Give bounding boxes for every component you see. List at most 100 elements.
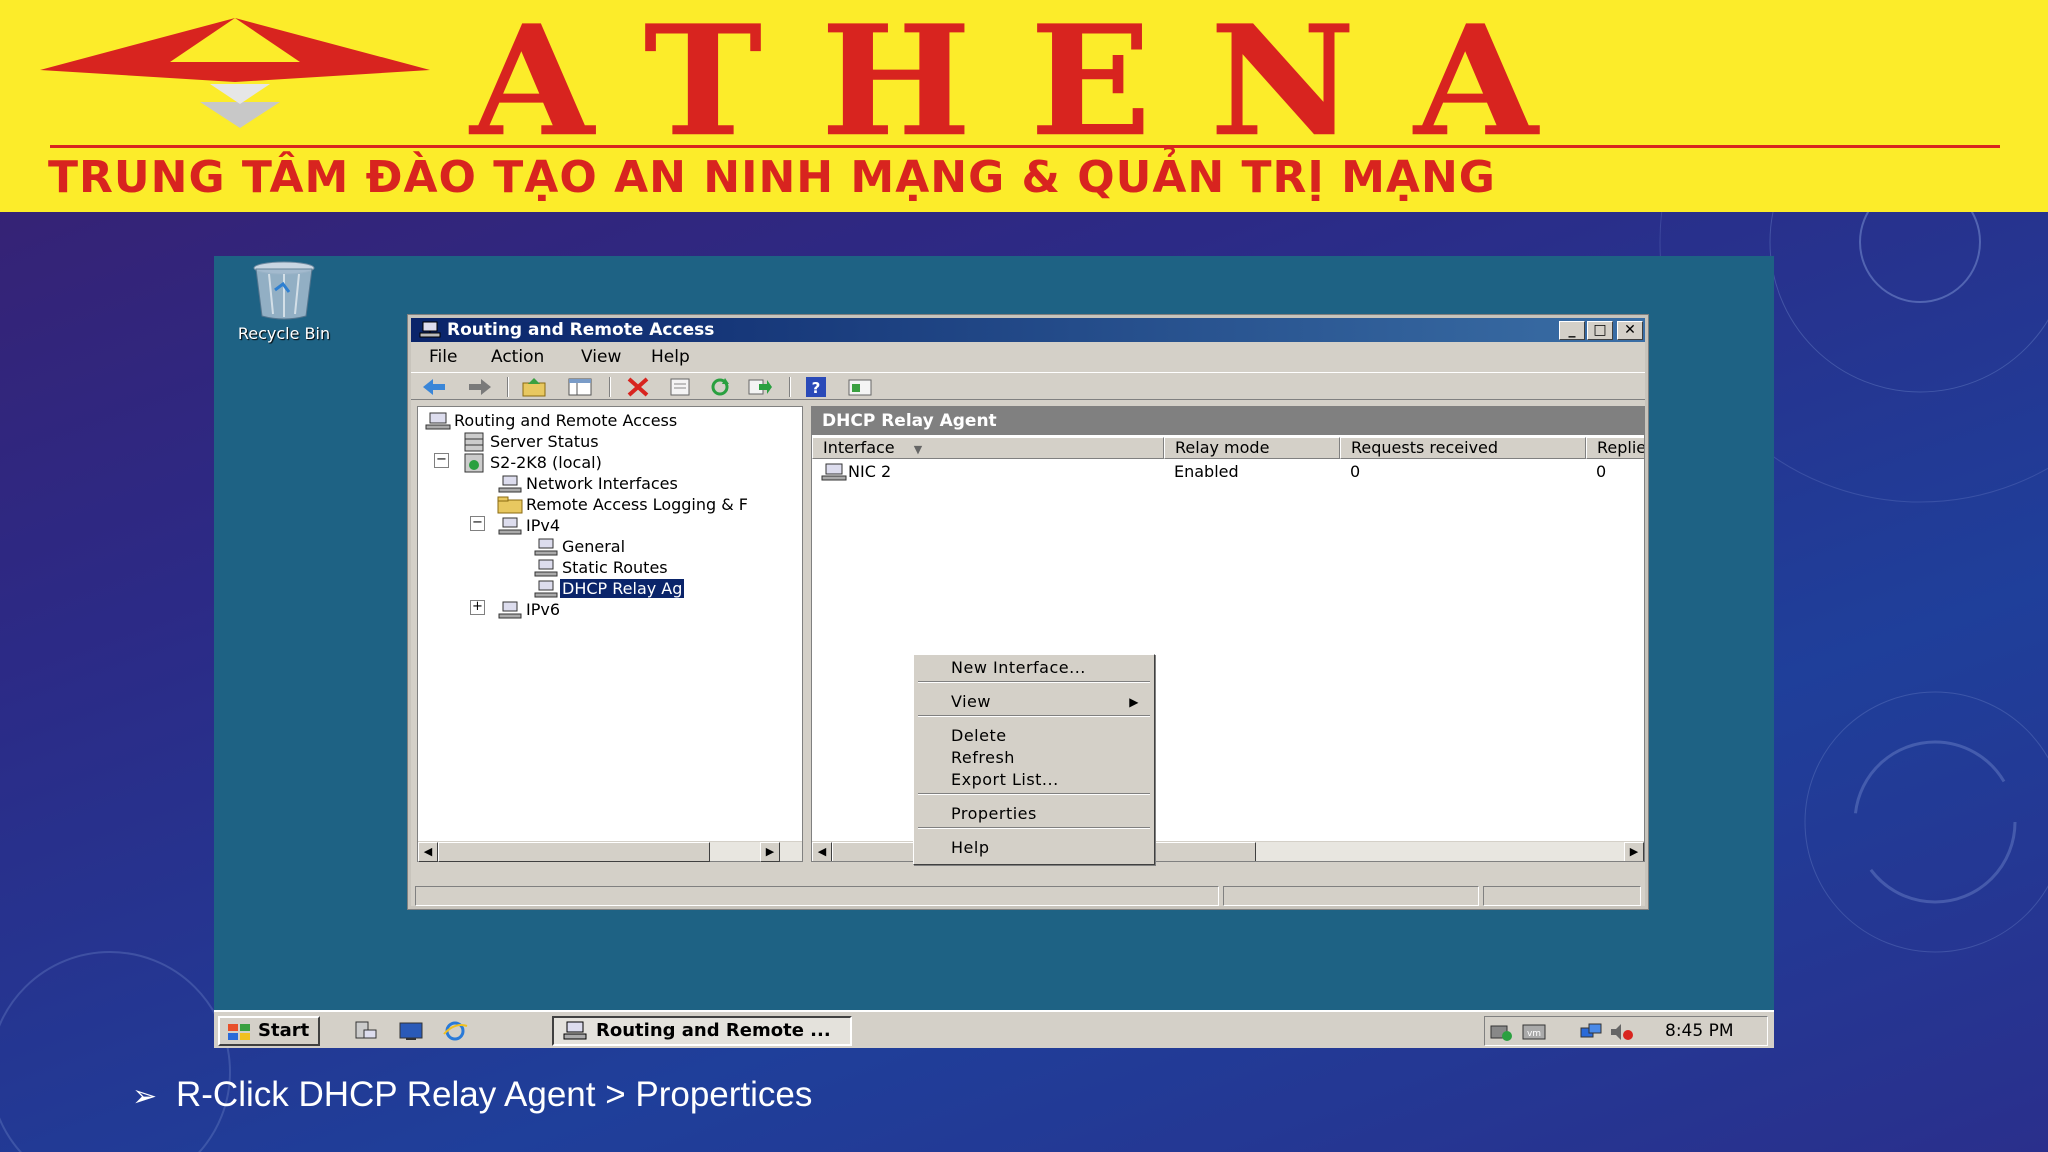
athena-banner: ATHENA TRUNG TÂM ĐÀO TẠO AN NINH MẠNG & … (0, 0, 2048, 212)
slide-caption: ➢ R-Click DHCP Relay Agent > Propertices (132, 1070, 812, 1120)
toolbar-separator (507, 377, 509, 397)
nic-icon (821, 463, 847, 481)
maximize-button[interactable]: □ (1587, 321, 1613, 340)
status-cell (1483, 886, 1641, 906)
network-icon (534, 580, 558, 597)
ctx-refresh[interactable]: Refresh (917, 747, 1151, 769)
menu-separator (918, 793, 1150, 795)
close-button[interactable]: ✕ (1617, 321, 1643, 340)
rras-icon (563, 1021, 587, 1040)
cell-relay-mode: Enabled (1174, 462, 1239, 481)
tree-item-label: Network Interfaces (526, 474, 678, 493)
tree-item-remote-access-logging[interactable]: Remote Access Logging & F (496, 493, 750, 514)
refresh-icon[interactable] (707, 376, 733, 398)
tree-item-ipv4[interactable]: IPv4 (496, 514, 562, 535)
ctx-help[interactable]: Help (917, 837, 1151, 859)
export-list-icon[interactable] (747, 376, 773, 398)
submenu-arrow-icon: ▶ (1129, 695, 1139, 709)
details-header: DHCP Relay Agent (812, 407, 1644, 435)
column-interface[interactable]: Interface ▼ (812, 437, 1164, 459)
tree-item-general[interactable]: General (532, 535, 627, 556)
svg-text:vm: vm (1527, 1029, 1541, 1039)
tree-item-label: IPv6 (526, 600, 561, 619)
menu-file[interactable]: File (429, 344, 457, 370)
tree-item-label: Server Status (490, 432, 599, 451)
show-desktop-icon[interactable] (398, 1020, 424, 1042)
help-icon[interactable]: ? (803, 376, 829, 398)
menu-help[interactable]: Help (651, 344, 690, 370)
context-menu: New Interface... View ▶ Delete Refresh Ex… (913, 654, 1155, 865)
console-icon[interactable] (847, 376, 873, 398)
expander-collapse[interactable]: − (434, 453, 449, 468)
taskbar: Start Routing and Remote ... vm 8:45 PM (214, 1010, 1774, 1048)
ctx-new-interface[interactable]: New Interface... (917, 657, 1151, 679)
tree-item-label: DHCP Relay Ag (558, 578, 686, 599)
tree-item-label: General (562, 537, 626, 556)
ctx-properties[interactable]: Properties (917, 803, 1151, 825)
status-cell (1223, 886, 1479, 906)
tree-item-static-routes[interactable]: Static Routes (532, 556, 670, 577)
taskbar-rras-label: Routing and Remote ... (596, 1020, 831, 1041)
menu-bar: File Action View Help (411, 344, 1645, 370)
bullet-arrow-icon: ➢ (132, 1080, 158, 1113)
scrollbar-thumb[interactable] (438, 842, 710, 862)
menu-action[interactable]: Action (491, 344, 544, 370)
column-label: Interface (823, 438, 895, 457)
back-icon[interactable] (421, 376, 447, 398)
network-icon (534, 538, 558, 555)
tree-item-server-status[interactable]: Server Status (460, 430, 601, 451)
volume-muted-icon[interactable] (1609, 1022, 1635, 1042)
windows-flag-icon (228, 1024, 250, 1040)
banner-divider (50, 145, 2000, 148)
cell-interface[interactable]: NIC 2 (848, 461, 891, 482)
pane-splitter[interactable] (803, 406, 811, 862)
network-connections-icon[interactable] (1579, 1022, 1605, 1042)
scroll-right-button[interactable]: ▶ (1624, 842, 1644, 861)
tree-item-dhcp-relay-agent[interactable]: DHCP Relay Ag (532, 577, 686, 599)
taskbar-rras-button[interactable]: Routing and Remote ... (552, 1016, 852, 1046)
clock[interactable]: 8:45 PM (1665, 1017, 1734, 1045)
menu-separator (918, 681, 1150, 683)
window-title: Routing and Remote Access (447, 320, 715, 340)
console-tree: Routing and Remote Access Server Status … (417, 406, 803, 862)
show-hide-tree-icon[interactable] (567, 376, 593, 398)
server-icon (425, 412, 451, 429)
brand-title: ATHENA (470, 0, 1596, 171)
minimize-button[interactable]: _ (1559, 321, 1585, 340)
desktop-screenshot: Recycle Bin Routing and Remote Access _ … (214, 256, 1774, 1048)
internet-explorer-icon[interactable] (442, 1020, 468, 1042)
tree-item-network-interfaces[interactable]: Network Interfaces (496, 472, 680, 493)
server-status-icon (464, 432, 484, 451)
network-status-icon[interactable] (1489, 1022, 1515, 1042)
menu-view[interactable]: View (581, 344, 621, 370)
tree-item-ipv6[interactable]: IPv6 (496, 598, 562, 619)
scroll-left-button[interactable]: ◀ (812, 842, 832, 861)
column-requests-received[interactable]: Requests received (1340, 437, 1586, 459)
scroll-right-button[interactable]: ▶ (760, 842, 780, 862)
column-relay-mode[interactable]: Relay mode (1164, 437, 1340, 459)
ctx-delete[interactable]: Delete (917, 725, 1151, 747)
ctx-export-list[interactable]: Export List... (917, 769, 1151, 791)
expander-collapse[interactable]: − (470, 516, 485, 531)
tree-item-s2-2k8[interactable]: S2-2K8 (local) (460, 451, 604, 472)
up-folder-icon[interactable] (521, 376, 547, 398)
toolbar-separator (789, 377, 791, 397)
ctx-view[interactable]: View ▶ (917, 691, 1151, 713)
delete-icon[interactable] (625, 376, 651, 398)
rras-icon (419, 321, 441, 338)
banner-slogan: TRUNG TÂM ĐÀO TẠO AN NINH MẠNG & QUẢN TR… (48, 152, 1496, 203)
system-tray: vm 8:45 PM (1484, 1016, 1768, 1046)
properties-icon[interactable] (667, 376, 693, 398)
scroll-left-button[interactable]: ◀ (418, 842, 438, 862)
tree-scrollbar[interactable]: ◀ ▶ (418, 841, 802, 862)
tree-item-rras[interactable]: Routing and Remote Access (424, 409, 679, 430)
recycle-bin[interactable]: Recycle Bin (228, 256, 340, 346)
window-titlebar[interactable]: Routing and Remote Access _ □ ✕ (411, 318, 1645, 342)
forward-icon[interactable] (467, 376, 493, 398)
column-replies[interactable]: Replie (1586, 437, 1644, 459)
vmware-tools-icon[interactable]: vm (1521, 1022, 1547, 1042)
expander-expand[interactable]: + (470, 600, 485, 615)
start-button[interactable]: Start (218, 1016, 320, 1046)
svg-text:?: ? (812, 379, 821, 397)
server-manager-icon[interactable] (352, 1020, 378, 1042)
